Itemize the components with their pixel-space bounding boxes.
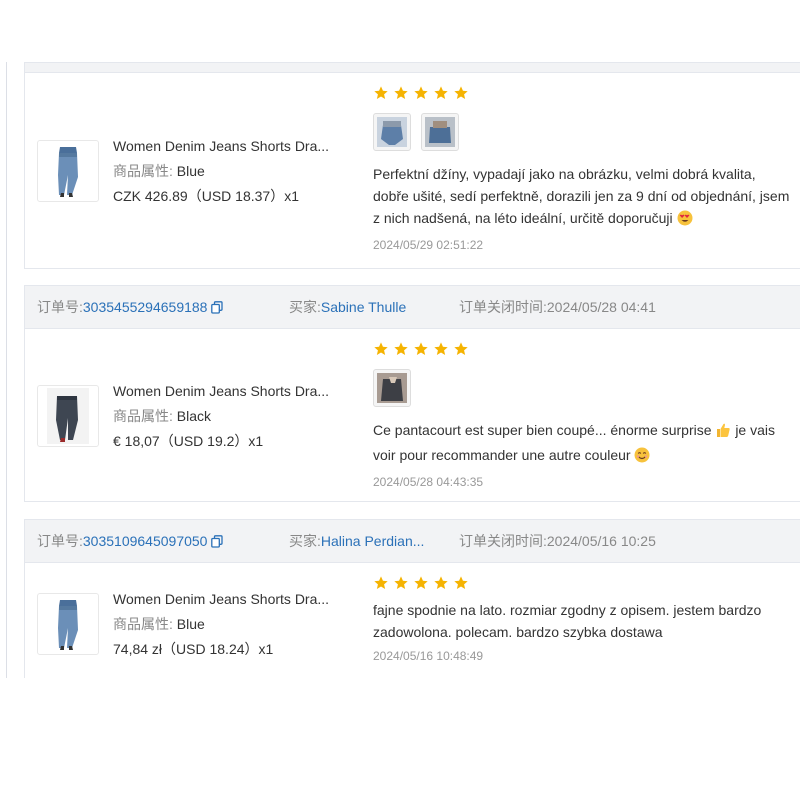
product-title[interactable]: Women Denim Jeans Shorts Dra... [113, 134, 345, 159]
buyer-label: 买家: [289, 533, 321, 549]
star-icon [433, 575, 449, 591]
order-number-link[interactable]: 3035455294659188 [83, 299, 208, 315]
jeans-photo-icon [377, 117, 407, 147]
review-photos [373, 113, 793, 151]
review-text-content: Ce pantacourt est super bien coupé... én… [373, 422, 712, 438]
smile-emoji-icon [634, 447, 650, 469]
attribute-label: 商品属性: [113, 163, 173, 179]
review-photo[interactable] [373, 113, 411, 151]
product-info: Women Denim Jeans Shorts Dra... 商品属性: Bl… [113, 587, 345, 662]
product-title[interactable]: Women Denim Jeans Shorts Dra... [113, 587, 345, 612]
buyer-label: 买家: [289, 299, 321, 315]
star-icon [413, 85, 429, 101]
attribute-value: Black [176, 408, 212, 424]
product-title[interactable]: Women Denim Jeans Shorts Dra... [113, 379, 345, 404]
divider [6, 62, 7, 678]
star-icon [373, 575, 389, 591]
review-block: fajne spodnie na lato. rozmiar zgodny z … [373, 575, 793, 663]
jeans-image [58, 147, 78, 197]
star-rating [373, 341, 793, 359]
product-thumbnail[interactable] [37, 385, 99, 447]
jeans-image [58, 600, 78, 650]
closed-time-label: 订单关闭时间: [459, 299, 547, 315]
attribute-value: Blue [176, 163, 205, 179]
star-icon [393, 575, 409, 591]
review-block: Perfektní džíny, vypadají jako na obrázk… [373, 85, 793, 252]
jeans-photo-icon [425, 117, 455, 147]
heart-eyes-emoji-icon [677, 210, 693, 232]
star-rating [373, 85, 793, 103]
attribute-label: 商品属性: [113, 408, 173, 424]
star-icon [453, 341, 469, 357]
product-thumbnail[interactable] [37, 593, 99, 655]
order-number-label: 订单号: [37, 299, 83, 315]
order-header: 订单号:3035455294659188 买家:Sabine Thulle 订单… [25, 286, 800, 329]
star-icon [373, 85, 389, 101]
order-number-label: 订单号: [37, 533, 83, 549]
order-number-link[interactable]: 3035109645097050 [83, 533, 208, 549]
product-info: Women Denim Jeans Shorts Dra... 商品属性: Bl… [113, 134, 345, 209]
star-icon [373, 341, 389, 357]
copy-icon[interactable] [211, 522, 224, 564]
review-time: 2024/05/28 04:43:35 [373, 475, 484, 489]
review-time: 2024/05/29 02:51:22 [373, 238, 484, 252]
product-price: CZK 426.89（USD 18.37）x1 [113, 188, 299, 204]
star-icon [393, 341, 409, 357]
order-header: 订单号:3035109645097050 买家:Halina Perdian..… [25, 520, 800, 563]
order-review-list: Women Denim Jeans Shorts Dra... 商品属性: Bl… [0, 0, 800, 678]
attribute-label: 商品属性: [113, 616, 173, 632]
order-card: Women Denim Jeans Shorts Dra... 商品属性: Bl… [24, 62, 800, 269]
star-icon [413, 341, 429, 357]
review-text: Ce pantacourt est super bien coupé... én… [373, 419, 793, 469]
closed-time-label: 订单关闭时间: [459, 533, 547, 549]
buyer-name-link[interactable]: Sabine Thulle [321, 299, 406, 315]
review-time: 2024/05/16 10:48:49 [373, 649, 484, 663]
copy-icon[interactable] [211, 288, 224, 330]
star-icon [413, 575, 429, 591]
product-info: Women Denim Jeans Shorts Dra... 商品属性: Bl… [113, 379, 345, 454]
product-thumbnail[interactable] [37, 140, 99, 202]
star-rating [373, 575, 793, 593]
star-icon [433, 85, 449, 101]
thumbs-up-emoji-icon [715, 422, 731, 444]
product-price: 74,84 zł（USD 18.24）x1 [113, 641, 274, 657]
order-header [25, 63, 800, 73]
star-icon [393, 85, 409, 101]
review-block: Ce pantacourt est super bien coupé... én… [373, 341, 793, 489]
review-text: fajne spodnie na lato. rozmiar zgodny z … [373, 602, 762, 640]
jeans-photo-icon [377, 373, 407, 403]
order-card: 订单号:3035455294659188 买家:Sabine Thulle 订单… [24, 285, 800, 502]
buyer-name-link[interactable]: Halina Perdian... [321, 533, 425, 549]
review-photo[interactable] [421, 113, 459, 151]
closed-time: 2024/05/16 10:25 [546, 533, 656, 549]
order-card: 订单号:3035109645097050 买家:Halina Perdian..… [24, 519, 800, 678]
star-icon [453, 85, 469, 101]
review-text: Perfektní džíny, vypadají jako na obrázk… [373, 163, 793, 232]
review-text-content: Perfektní džíny, vypadají jako na obrázk… [373, 166, 790, 226]
star-icon [433, 341, 449, 357]
star-icon [453, 575, 469, 591]
closed-time: 2024/05/28 04:41 [546, 299, 656, 315]
jeans-image [47, 388, 89, 444]
attribute-value: Blue [176, 616, 205, 632]
review-photos [373, 369, 793, 407]
review-photo[interactable] [373, 369, 411, 407]
product-price: € 18,07（USD 19.2）x1 [113, 433, 264, 449]
